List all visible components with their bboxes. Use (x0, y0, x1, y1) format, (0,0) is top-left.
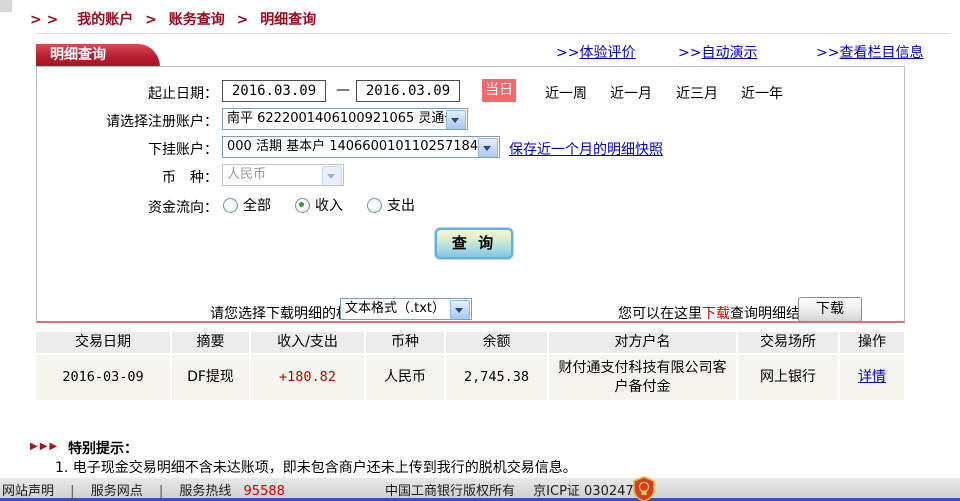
flow-option-income[interactable]: 收入 (295, 195, 343, 215)
footer-hotline-number: 95588 (244, 484, 285, 499)
download-hint: 您可以在这里下载查询明细结果 (618, 303, 814, 323)
footer-separator: | (159, 484, 163, 499)
footer-separator: | (70, 484, 74, 499)
cell-date: 2016-03-09 (36, 355, 170, 400)
range-quarter-button[interactable]: 近三月 (676, 83, 718, 103)
date-range-dash: — (336, 82, 350, 98)
corner-decoration (0, 0, 12, 12)
breadcrumb-separator: > (145, 12, 157, 28)
chevrons-icon: >> (816, 45, 839, 61)
chevrons-icon: >> (556, 45, 579, 61)
currency-label: 币 种： (37, 167, 218, 187)
fund-flow-options: 全部 收入 支出 (223, 195, 439, 215)
header-divider (36, 33, 950, 34)
query-button[interactable]: 查 询 (435, 228, 513, 259)
sub-account-label: 下挂账户： (37, 139, 218, 159)
detail-link[interactable]: 详情 (858, 368, 886, 387)
footer-hotline-label: 服务热线 (179, 484, 231, 499)
link-column-info[interactable]: >>查看栏目信息 (816, 42, 923, 62)
col-currency: 币种 (366, 332, 444, 353)
range-month-button[interactable]: 近一月 (610, 83, 652, 103)
table-header-row: 交易日期 摘要 收入/支出 币种 余额 对方户名 交易场所 操作 (36, 332, 905, 353)
footer-left-links: 网站声明 | 服务网点 | 服务热线 95588 (2, 480, 285, 499)
cell-balance: 2,745.38 (446, 355, 547, 400)
notice-arrows-icon: ▶▶▶ (30, 441, 59, 452)
cell-summary: DF提现 (172, 355, 249, 400)
cell-channel: 网上银行 (738, 355, 838, 400)
link-experience-rating[interactable]: >>体验评价 (556, 42, 635, 62)
download-hint-emphasis: 下载 (702, 306, 730, 322)
download-button[interactable]: 下载 (798, 297, 862, 322)
save-snapshot-link[interactable]: 保存近一个月的明细快照 (509, 139, 663, 159)
register-account-select[interactable]: 南平 6222001406100921065 灵通卡 (222, 108, 468, 130)
cell-counterparty: 财付通支付科技有限公司客户备付金 (549, 355, 736, 400)
date-range-label: 起止日期： (37, 83, 218, 103)
flow-option-all[interactable]: 全部 (223, 195, 271, 215)
dropdown-arrow-icon[interactable] (478, 138, 498, 158)
security-badge-icon[interactable] (632, 476, 656, 501)
radio-unselected-icon[interactable] (223, 198, 238, 213)
sub-account-value: 000 活期 基本户 1406600101102571848 (227, 139, 486, 154)
flow-option-expense[interactable]: 支出 (367, 195, 415, 215)
date-to-input[interactable]: 2016.03.09 (356, 80, 460, 102)
breadcrumb-item-detail-query[interactable]: 明细查询 (260, 12, 316, 28)
col-summary: 摘要 (172, 332, 249, 353)
breadcrumb-item-account-query[interactable]: 账务查询 (169, 12, 225, 28)
link-auto-demo[interactable]: >>自动演示 (678, 42, 757, 62)
currency-value: 人民币 (227, 167, 266, 182)
col-channel: 交易场所 (738, 332, 838, 353)
table-row: 2016-03-09 DF提现 +180.82 人民币 2,745.38 财付通… (36, 355, 905, 400)
footer-link-statement[interactable]: 网站声明 (2, 484, 54, 499)
sub-account-select[interactable]: 000 活期 基本户 1406600101102571848 (222, 136, 500, 158)
footer-icp: 京ICP证 030247号 (533, 484, 647, 499)
tab-detail-query[interactable]: 明细查询 (36, 44, 160, 67)
col-counterparty: 对方户名 (549, 332, 736, 353)
breadcrumb-separator: > (237, 12, 249, 28)
cell-currency: 人民币 (366, 355, 444, 400)
footer-link-branches[interactable]: 服务网点 (91, 484, 143, 499)
col-action: 操作 (840, 332, 904, 353)
footer-copyright: 中国工商银行版权所有 京ICP证 030247号 (385, 480, 647, 499)
notice-line: 1. 电子现金交易明细不含未达账项，即未包含商户还未上传到我行的脱机交易信息。 (55, 457, 577, 477)
breadcrumb: > > 我的账户 > 账务查询 > 明细查询 (30, 9, 316, 29)
breadcrumb-item-my-account[interactable]: 我的账户 (77, 12, 133, 28)
dropdown-arrow-icon (322, 166, 342, 186)
range-today-button[interactable]: 当日 (482, 79, 516, 102)
query-form-panel: 起止日期： 2016.03.09 — 2016.03.09 当日 近一周 近一月… (36, 66, 905, 323)
notice-title: 特别提示： (68, 438, 138, 458)
currency-select-disabled: 人民币 (222, 164, 344, 186)
cell-amount: +180.82 (251, 355, 364, 400)
range-year-button[interactable]: 近一年 (741, 83, 783, 103)
register-account-value: 南平 6222001406100921065 灵通卡 (227, 111, 457, 126)
chevrons-icon: >> (678, 45, 701, 61)
radio-selected-icon[interactable] (295, 198, 310, 213)
download-format-value: 文本格式（.txt） (345, 301, 445, 316)
breadcrumb-arrows-icon: > > (30, 12, 58, 28)
dropdown-arrow-icon[interactable] (446, 110, 466, 130)
col-date: 交易日期 (36, 332, 170, 353)
download-format-select[interactable]: 文本格式（.txt） (340, 298, 472, 320)
register-account-label: 请选择注册账户： (37, 111, 218, 131)
icbc-detail-query-page: > > 我的账户 > 账务查询 > 明细查询 明细查询 >>体验评价 >>自动演… (0, 0, 960, 501)
fund-flow-label: 资金流向： (37, 197, 218, 217)
footer: 网站声明 | 服务网点 | 服务热线 95588 中国工商银行版权所有 京ICP… (0, 478, 960, 501)
dropdown-arrow-icon[interactable] (450, 300, 470, 320)
transactions-table: 交易日期 摘要 收入/支出 币种 余额 对方户名 交易场所 操作 2016-03… (36, 332, 905, 400)
col-balance: 余额 (446, 332, 547, 353)
range-week-button[interactable]: 近一周 (545, 83, 587, 103)
col-amount: 收入/支出 (251, 332, 364, 353)
date-from-input[interactable]: 2016.03.09 (222, 80, 326, 102)
radio-unselected-icon[interactable] (367, 198, 382, 213)
